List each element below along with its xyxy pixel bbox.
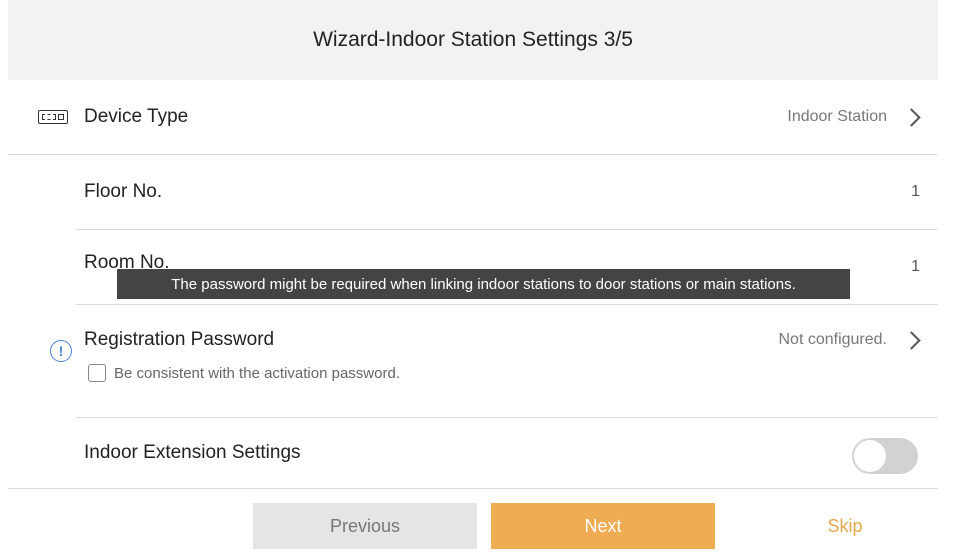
next-button[interactable]: Next xyxy=(491,503,715,549)
skip-button[interactable]: Skip xyxy=(800,503,890,549)
device-type-value[interactable]: Indoor Station xyxy=(787,107,922,127)
tooltip-text: The password might be required when link… xyxy=(171,275,796,293)
registration-password-label: Registration Password xyxy=(84,329,275,350)
registration-password-row[interactable]: Registration Password Not configured. xyxy=(8,305,938,417)
registration-password-value[interactable]: Not configured. xyxy=(778,330,922,350)
device-type-label: Device Type xyxy=(84,106,189,127)
floor-no-value[interactable]: 1 xyxy=(911,183,920,201)
device-type-row[interactable]: Device Type Indoor Station xyxy=(8,80,938,154)
registration-password-value-text: Not configured. xyxy=(778,331,887,348)
chevron-right-icon xyxy=(902,330,921,350)
indoor-extension-toggle[interactable] xyxy=(852,438,918,474)
toggle-knob xyxy=(854,440,886,472)
page-title: Wizard-Indoor Station Settings 3/5 xyxy=(313,28,633,51)
wizard-header: Wizard-Indoor Station Settings 3/5 xyxy=(8,0,938,80)
indoor-extension-row: Indoor Extension Settings xyxy=(8,418,938,488)
wizard-page: Wizard-Indoor Station Settings 3/5 Devic… xyxy=(0,0,954,560)
device-icon xyxy=(38,110,68,124)
room-no-value[interactable]: 1 xyxy=(911,258,920,276)
device-type-value-text: Indoor Station xyxy=(787,108,887,125)
password-tooltip: The password might be required when link… xyxy=(117,269,850,299)
consistent-password-checkbox[interactable] xyxy=(88,364,106,382)
consistent-password-label[interactable]: Be consistent with the activation passwo… xyxy=(114,365,400,382)
chevron-right-icon xyxy=(902,107,921,127)
indoor-extension-label: Indoor Extension Settings xyxy=(84,442,301,463)
device-icon-button xyxy=(58,114,64,120)
previous-button[interactable]: Previous xyxy=(253,503,477,549)
floor-no-row[interactable]: Floor No. 1 xyxy=(8,155,938,229)
floor-no-label: Floor No. xyxy=(84,181,163,202)
device-icon-screen xyxy=(42,114,56,120)
